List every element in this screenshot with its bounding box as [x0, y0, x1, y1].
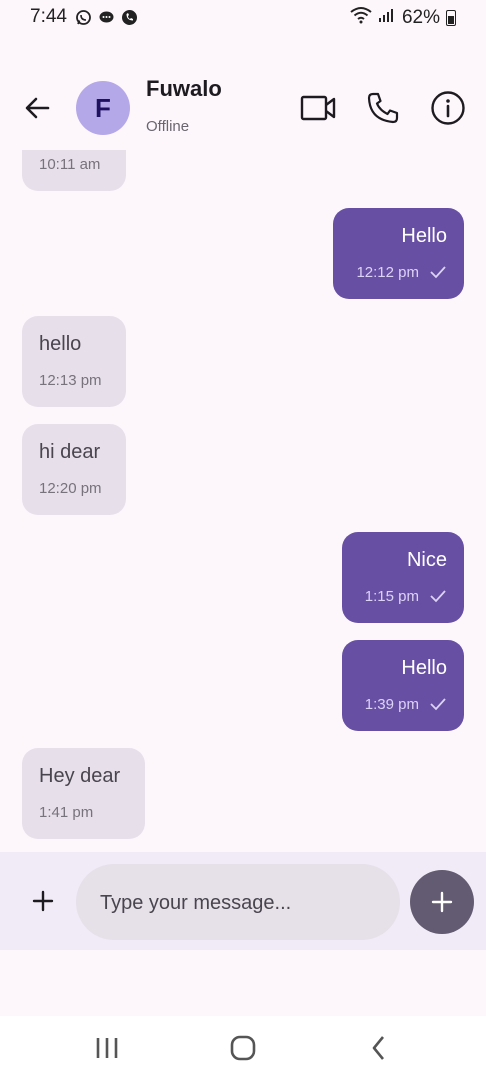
message-time: 12:12 pm [356, 264, 419, 281]
notification-icons [74, 8, 138, 26]
nav-back-button[interactable] [363, 1032, 395, 1064]
read-check-icon [430, 266, 446, 279]
message-text: Hello [401, 657, 447, 679]
home-icon [230, 1035, 256, 1061]
info-button[interactable] [430, 90, 466, 126]
message-bubble-incoming[interactable]: 10:11 am [22, 150, 126, 191]
message-time: 12:13 pm [39, 372, 102, 389]
message-icon [97, 8, 115, 26]
recents-button[interactable] [91, 1032, 123, 1064]
message-time: 1:39 pm [364, 696, 419, 713]
message-text: hello [39, 333, 82, 355]
viber-icon [120, 8, 138, 26]
message-bubble-outgoing[interactable]: Hello 12:12 pm [333, 208, 464, 299]
message-list[interactable]: 10:11 am Hello 12:12 pm hello 12:13 pm h… [0, 150, 486, 850]
battery-percent: 62% [401, 7, 440, 28]
message-bubble-incoming[interactable]: hello 12:13 pm [22, 316, 126, 407]
message-bubble-outgoing[interactable]: Nice 1:15 pm [342, 532, 464, 623]
message-composer [0, 852, 486, 950]
battery-icon [446, 10, 456, 26]
system-navigation-bar [0, 1016, 486, 1080]
signal-icon [378, 7, 396, 29]
read-check-icon [430, 590, 446, 603]
back-button[interactable] [22, 92, 54, 124]
message-time: 1:15 pm [364, 588, 419, 605]
status-time: 7:44 [30, 6, 67, 27]
plus-icon [32, 890, 54, 912]
back-arrow-icon [25, 97, 50, 119]
contact-name[interactable]: Fuwalo [146, 76, 222, 102]
message-time: 1:41 pm [39, 804, 94, 821]
message-text: Hello [401, 225, 447, 247]
system-status: 62% [350, 6, 456, 30]
chat-header: F Fuwalo Offline [0, 60, 486, 156]
home-button[interactable] [227, 1032, 259, 1064]
status-bar: 7:44 62% [0, 0, 486, 36]
whatsapp-icon [74, 8, 92, 26]
attach-button[interactable] [30, 888, 56, 914]
message-text: hi dear [39, 441, 101, 463]
back-icon [372, 1036, 385, 1060]
send-button[interactable] [410, 870, 474, 934]
message-bubble-incoming[interactable]: Hey dear 1:41 pm [22, 748, 145, 839]
avatar-letter: F [95, 92, 111, 123]
message-input[interactable] [98, 864, 392, 942]
message-time: 10:11 am [39, 156, 101, 173]
message-time: 12:20 pm [39, 480, 102, 497]
message-bubble-incoming[interactable]: hi dear 12:20 pm [22, 424, 126, 515]
read-check-icon [430, 698, 446, 711]
video-call-icon [300, 95, 336, 121]
contact-status: Offline [146, 118, 190, 135]
recents-icon [96, 1038, 118, 1058]
info-icon [431, 91, 465, 125]
video-call-button[interactable] [300, 90, 336, 126]
wifi-icon [350, 6, 372, 30]
avatar[interactable]: F [76, 81, 130, 135]
message-input-container[interactable] [76, 864, 400, 942]
message-text: Nice [406, 549, 447, 571]
phone-call-button[interactable] [365, 90, 401, 126]
send-plus-icon [431, 891, 453, 913]
message-text: Hey dear [39, 765, 121, 787]
phone-icon [367, 92, 399, 124]
message-bubble-outgoing[interactable]: Hello 1:39 pm [342, 640, 464, 731]
